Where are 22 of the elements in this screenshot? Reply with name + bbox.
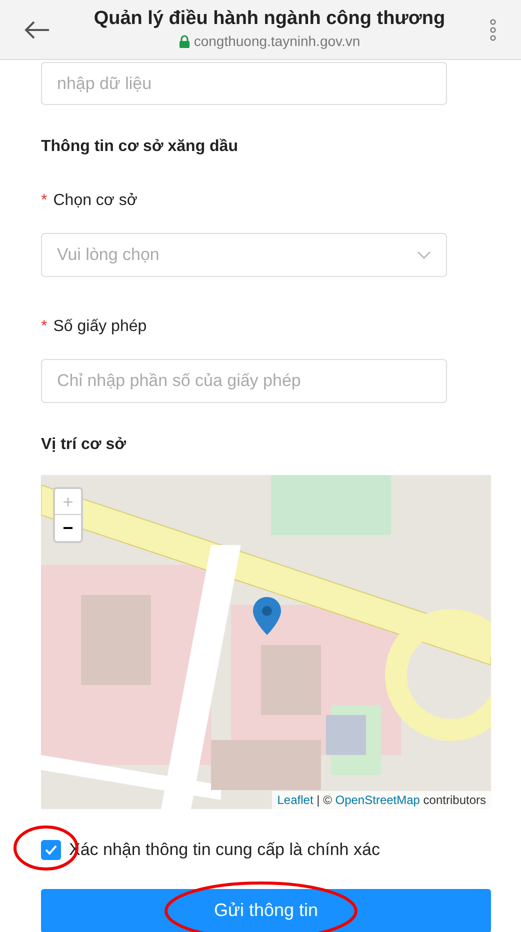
more-menu-icon[interactable] bbox=[489, 18, 497, 40]
leaflet-link[interactable]: Leaflet bbox=[277, 793, 314, 807]
field-label: Chọn cơ sở bbox=[53, 191, 138, 211]
map-attribution: Leaflet | © OpenStreetMap contributors bbox=[272, 791, 491, 809]
page-title: Quản lý điều hành ngành công thương bbox=[94, 7, 446, 31]
required-mark: * bbox=[41, 317, 48, 337]
back-icon[interactable] bbox=[24, 20, 50, 38]
map-pin-icon bbox=[252, 596, 282, 636]
zoom-out-button[interactable]: − bbox=[55, 515, 81, 541]
section-title: Thông tin cơ sở xăng dầu bbox=[41, 137, 239, 157]
required-mark: * bbox=[41, 191, 48, 211]
submit-button[interactable]: Gửi thông tin bbox=[41, 888, 491, 932]
field-label: Số giấy phép bbox=[53, 317, 147, 337]
input-field[interactable]: Chỉ nhập phần số của giấy phép bbox=[41, 359, 447, 403]
checkbox[interactable] bbox=[41, 840, 61, 860]
lock-icon bbox=[178, 35, 190, 48]
chevron-down-icon bbox=[417, 251, 431, 259]
input-field[interactable]: nhập dữ liệu bbox=[41, 62, 447, 105]
openstreetmap-link[interactable]: OpenStreetMap bbox=[335, 793, 420, 807]
page-url: congthuong.tayninh.gov.vn bbox=[194, 32, 360, 51]
map-label: Vị trí cơ sở bbox=[41, 435, 127, 455]
check-icon bbox=[45, 844, 57, 855]
